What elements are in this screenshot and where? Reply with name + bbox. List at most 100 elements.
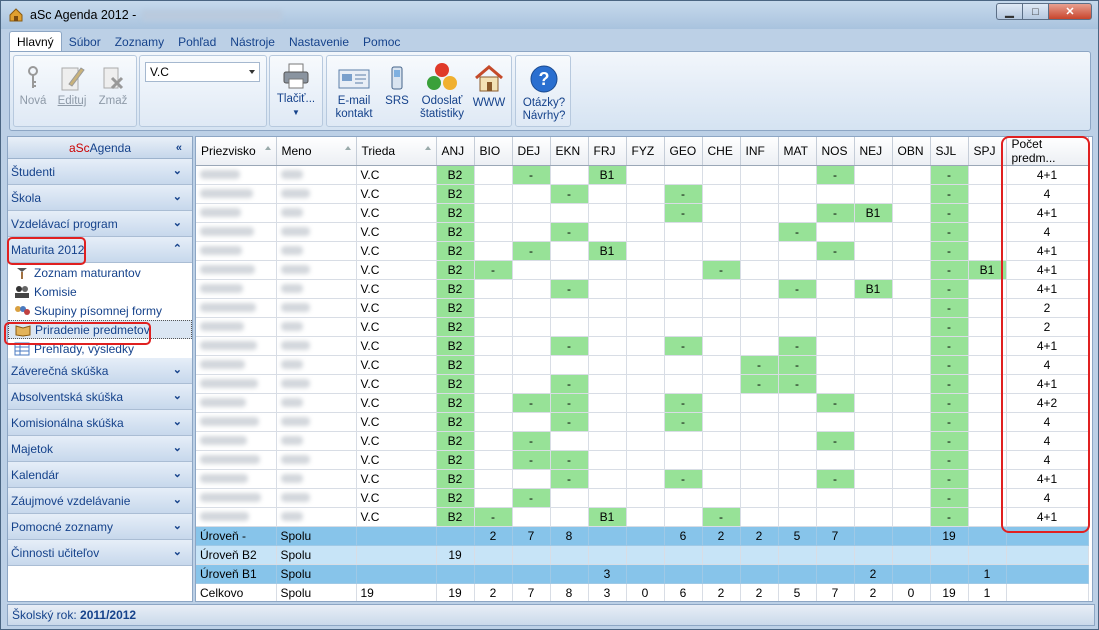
subject-cell[interactable] [626,279,665,299]
subject-cell[interactable] [702,469,741,489]
table-row[interactable]: V.C B2- - B1-4+1 [196,203,1089,223]
column-header-sjl[interactable]: SJL [930,137,969,166]
subject-cell[interactable]: - [664,393,703,413]
subject-cell[interactable] [816,298,855,318]
subject-cell[interactable] [550,431,589,451]
subject-cell[interactable]: - [930,260,969,280]
subject-cell[interactable] [702,431,741,451]
subject-cell[interactable] [512,469,551,489]
subject-cell[interactable] [474,431,513,451]
sidebar-section-komisionalna[interactable]: Komisionálna skúška ⌄ [8,410,192,436]
subject-cell[interactable] [778,260,817,280]
subject-cell[interactable] [892,469,931,489]
subject-cell[interactable] [702,317,741,337]
subject-cell[interactable] [778,450,817,470]
subject-cell[interactable] [892,203,931,223]
class-cell[interactable]: V.C [356,336,437,356]
subject-cell[interactable]: B2 [436,317,475,337]
subject-cell[interactable] [854,393,893,413]
table-row[interactable]: V.C B2- - -4 [196,450,1089,470]
subject-cell[interactable] [892,336,931,356]
subject-cell[interactable] [588,336,627,356]
column-header-dej[interactable]: DEJ [512,137,551,166]
minimize-button[interactable]: ▁ [996,3,1022,20]
subject-cell[interactable] [512,374,551,394]
subject-cell[interactable]: B1 [854,279,893,299]
subject-cell[interactable] [512,203,551,223]
subject-cell[interactable] [816,260,855,280]
subject-cell[interactable]: - [930,165,969,185]
table-row[interactable]: V.C B2- - - -4+1 [196,469,1089,489]
class-cell[interactable]: V.C [356,279,437,299]
subject-cell[interactable] [892,393,931,413]
subject-cell[interactable]: - [930,317,969,337]
subject-cell[interactable] [550,507,589,527]
subject-cell[interactable] [892,279,931,299]
subject-cell[interactable] [512,260,551,280]
subject-cell[interactable]: - [930,488,969,508]
class-cell[interactable]: V.C [356,469,437,489]
table-row[interactable]: V.C B2- - - -4+1 [196,374,1089,394]
subject-cell[interactable] [816,279,855,299]
subject-cell[interactable]: B2 [436,184,475,204]
subject-cell[interactable] [474,298,513,318]
subject-cell[interactable]: - [816,393,855,413]
subject-cell[interactable] [664,317,703,337]
table-row[interactable]: V.C B2- B1- -4+1 [196,241,1089,261]
subject-cell[interactable] [892,317,931,337]
column-header-nej[interactable]: NEJ [854,137,893,166]
class-cell[interactable]: V.C [356,488,437,508]
table-row[interactable]: V.C B2- - -4 [196,412,1089,432]
subject-cell[interactable] [854,450,893,470]
subject-cell[interactable]: - [930,450,969,470]
sidebar-item-komisie[interactable]: Komisie [8,282,192,301]
subject-cell[interactable] [664,165,703,185]
subject-cell[interactable] [664,450,703,470]
subject-cell[interactable]: B1 [588,165,627,185]
subject-cell[interactable] [816,412,855,432]
subject-cell[interactable] [740,336,779,356]
subject-cell[interactable]: - [930,298,969,318]
table-row[interactable]: V.C B2- - - -4+1 [196,336,1089,356]
subject-cell[interactable]: - [740,355,779,375]
subject-cell[interactable] [702,279,741,299]
subject-cell[interactable] [626,469,665,489]
subject-cell[interactable] [702,222,741,242]
subject-cell[interactable]: - [930,412,969,432]
table-row[interactable]: V.C B2- - -4 [196,222,1089,242]
subject-cell[interactable] [740,431,779,451]
subject-cell[interactable] [816,355,855,375]
subject-cell[interactable] [740,469,779,489]
subject-cell[interactable]: B2 [436,165,475,185]
new-button[interactable]: Nová [18,64,48,108]
subject-cell[interactable] [854,298,893,318]
subject-cell[interactable] [664,507,703,527]
subject-cell[interactable]: - [664,469,703,489]
subject-cell[interactable] [892,355,931,375]
subject-cell[interactable]: B1 [588,241,627,261]
subject-cell[interactable] [740,260,779,280]
tab-nastroje[interactable]: Nástroje [223,31,282,52]
subject-cell[interactable] [740,222,779,242]
subject-cell[interactable] [474,317,513,337]
subject-cell[interactable]: - [930,203,969,223]
subject-cell[interactable] [778,203,817,223]
subject-cell[interactable] [702,450,741,470]
column-header-frj[interactable]: FRJ [588,137,627,166]
subject-cell[interactable]: - [550,393,589,413]
subject-cell[interactable] [778,165,817,185]
subject-cell[interactable] [740,279,779,299]
subject-cell[interactable] [626,336,665,356]
sidebar-section-kalendar[interactable]: Kalendár ⌄ [8,462,192,488]
subject-cell[interactable]: - [816,431,855,451]
class-cell[interactable]: V.C [356,241,437,261]
column-header-meno[interactable]: Meno [276,137,357,166]
subject-cell[interactable]: - [550,222,589,242]
sidebar-section-vzdelavaci-program[interactable]: Vzdelávací program ⌄ [8,211,192,237]
class-cell[interactable]: V.C [356,222,437,242]
print-button[interactable]: Tlačiť... ▼ [274,62,318,119]
subject-cell[interactable] [588,317,627,337]
subject-cell[interactable] [664,431,703,451]
tab-nastavenie[interactable]: Nastavenie [282,31,356,52]
class-cell[interactable]: V.C [356,507,437,527]
